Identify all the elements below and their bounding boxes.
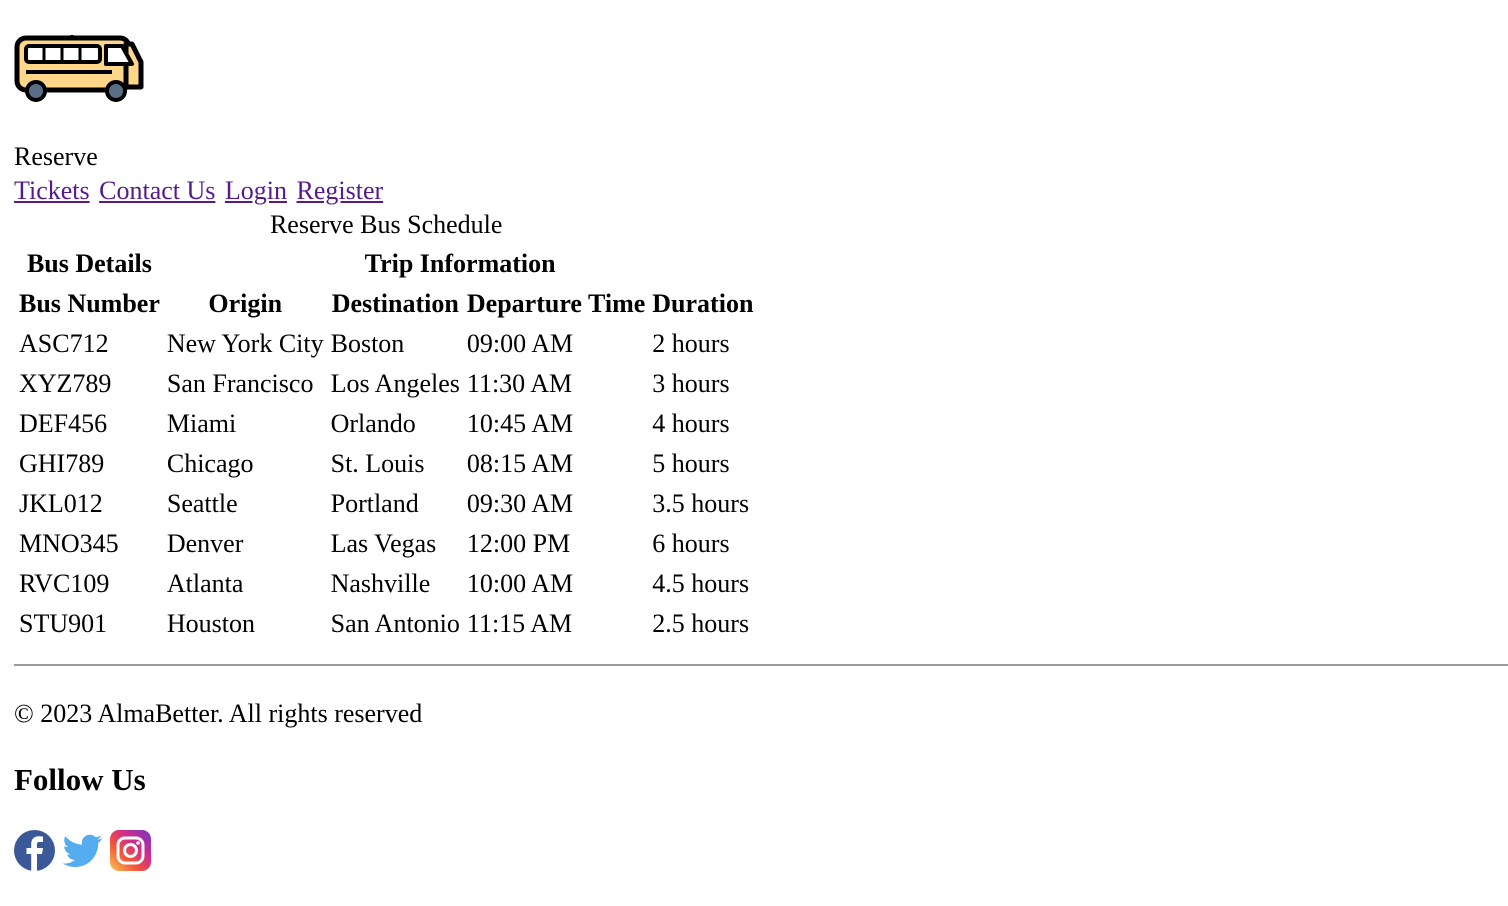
cell-duration: 4.5 hours (652, 569, 750, 598)
column-header-destination: Destination (331, 289, 459, 318)
cell-bus-number: RVC109 (19, 569, 110, 598)
cell-departure-time: 11:15 AM (466, 609, 573, 638)
cell-origin: New York City (166, 329, 324, 358)
cell-departure-time: 10:00 AM (466, 569, 574, 598)
follow-us-heading: Follow Us (14, 762, 146, 797)
bus-schedule-table: Reserve Bus Schedule Bus Details Trip In… (14, 208, 758, 645)
column-header-origin: Origin (208, 289, 283, 318)
cell-origin: Chicago (166, 449, 254, 478)
table-row: JKL012 Seattle Portland 09:30 AM 3.5 hou… (17, 485, 755, 522)
column-header-departure-time: Departure Time (466, 289, 646, 318)
copyright-text: © 2023 AlmaBetter. All rights reserved (14, 699, 423, 728)
social-links (14, 830, 151, 871)
cell-departure-time: 09:30 AM (466, 489, 574, 518)
group-header-trip-information: Trip Information (364, 249, 556, 278)
nav-link-tickets[interactable]: Tickets (14, 176, 90, 205)
column-header-duration: Duration (652, 289, 754, 318)
cell-destination: San Antonio (330, 609, 460, 638)
cell-origin: Denver (166, 529, 244, 558)
cell-bus-number: JKL012 (19, 489, 103, 518)
cell-bus-number: STU901 (19, 609, 108, 638)
cell-origin: San Francisco (166, 369, 314, 398)
main-nav: Tickets Contact Us Login Register (14, 174, 386, 208)
twitter-link[interactable] (62, 830, 103, 871)
twitter-icon (62, 834, 103, 867)
instagram-link[interactable] (110, 830, 151, 871)
instagram-icon (110, 830, 151, 871)
cell-destination: Nashville (330, 569, 431, 598)
nav-link-contact-us[interactable]: Contact Us (99, 176, 215, 205)
cell-bus-number: DEF456 (19, 409, 108, 438)
cell-duration: 5 hours (652, 449, 730, 478)
cell-origin: Houston (166, 609, 255, 638)
table-row: XYZ789 San Francisco Los Angeles 11:30 A… (17, 365, 755, 402)
cell-origin: Atlanta (166, 569, 244, 598)
table-row: ASC712 New York City Boston 09:00 AM 2 h… (17, 325, 755, 362)
cell-destination: Portland (330, 489, 419, 518)
group-header-bus-details: Bus Details (26, 249, 152, 278)
cell-departure-time: 08:15 AM (466, 449, 574, 478)
cell-departure-time: 11:30 AM (466, 369, 573, 398)
brand-label: Reserve (14, 142, 98, 171)
cell-duration: 2 hours (652, 329, 730, 358)
table-row: STU901 Houston San Antonio 11:15 AM 2.5 … (17, 605, 755, 642)
cell-destination: Orlando (330, 409, 416, 438)
facebook-icon (14, 830, 55, 871)
cell-duration: 4 hours (652, 409, 730, 438)
cell-duration: 2.5 hours (652, 609, 750, 638)
cell-destination: Boston (330, 329, 405, 358)
cell-departure-time: 10:45 AM (466, 409, 574, 438)
cell-departure-time: 09:00 AM (466, 329, 574, 358)
footer-divider (14, 664, 1508, 666)
cell-destination: Los Angeles (330, 369, 460, 398)
nav-link-register[interactable]: Register (297, 176, 384, 205)
cell-destination: Las Vegas (330, 529, 437, 558)
cell-bus-number: ASC712 (19, 329, 109, 358)
table-row: GHI789 Chicago St. Louis 08:15 AM 5 hour… (17, 445, 755, 482)
cell-bus-number: MNO345 (19, 529, 119, 558)
nav-link-login[interactable]: Login (225, 176, 287, 205)
table-row: DEF456 Miami Orlando 10:45 AM 4 hours (17, 405, 755, 442)
cell-departure-time: 12:00 PM (466, 529, 571, 558)
cell-origin: Miami (166, 409, 237, 438)
column-header-bus-number: Bus Number (19, 289, 160, 318)
table-caption: Reserve Bus Schedule (269, 210, 503, 239)
table-row: RVC109 Atlanta Nashville 10:00 AM 4.5 ho… (17, 565, 755, 602)
group-header-row: Bus Details Trip Information (17, 245, 755, 282)
bus-icon (14, 35, 144, 102)
cell-bus-number: XYZ789 (19, 369, 112, 398)
facebook-link[interactable] (14, 830, 55, 871)
table-row: MNO345 Denver Las Vegas 12:00 PM 6 hours (17, 525, 755, 562)
cell-origin: Seattle (166, 489, 238, 518)
cell-duration: 3.5 hours (652, 489, 750, 518)
cell-bus-number: GHI789 (19, 449, 105, 478)
column-header-row: Bus Number Origin Destination Departure … (17, 285, 755, 322)
cell-duration: 6 hours (652, 529, 730, 558)
cell-destination: St. Louis (330, 449, 425, 478)
cell-duration: 3 hours (652, 369, 730, 398)
